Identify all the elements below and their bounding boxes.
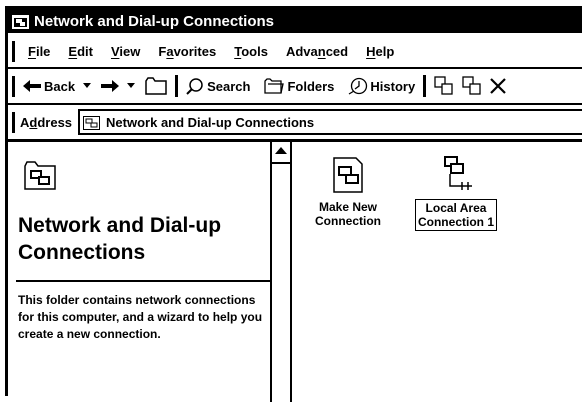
vertical-scrollbar[interactable] xyxy=(272,142,292,402)
address-value: Network and Dial-up Connections xyxy=(106,114,315,130)
folders-button[interactable]: Folders xyxy=(264,78,334,94)
folders-label: Folders xyxy=(287,78,335,94)
make-new-connection-item[interactable]: Make New Connection xyxy=(308,154,388,229)
menu-file[interactable]: File xyxy=(28,44,50,59)
forward-dropdown-icon[interactable] xyxy=(127,83,136,89)
network-folder-icon xyxy=(12,15,29,29)
make-new-connection-label: Make New Connection xyxy=(315,200,381,228)
up-folder-icon[interactable] xyxy=(145,77,167,95)
local-area-connection-icon xyxy=(444,156,472,190)
title-bar: Network and Dial-up Connections xyxy=(8,9,582,33)
menu-help[interactable]: Help xyxy=(366,44,394,59)
left-info-pane: Network and Dial-up Connections This fol… xyxy=(8,142,272,402)
scroll-up-arrow-icon xyxy=(275,147,287,154)
menu-bar: File Edit View Favorites Tools Advanced … xyxy=(8,36,582,69)
search-button[interactable]: Search xyxy=(186,77,250,95)
back-dropdown-icon[interactable] xyxy=(83,83,92,89)
left-pane-description: This folder contains network connections… xyxy=(18,293,263,341)
make-new-connection-icon xyxy=(333,157,363,193)
history-icon xyxy=(349,77,368,95)
history-button[interactable]: History xyxy=(348,77,415,95)
toolbar-separator xyxy=(175,75,179,97)
back-arrow-icon xyxy=(23,80,41,92)
copy-to-icon[interactable] xyxy=(462,76,482,96)
address-grip[interactable] xyxy=(12,111,15,133)
forward-arrow-icon[interactable] xyxy=(101,80,120,92)
history-label: History xyxy=(370,78,416,94)
menu-favorites[interactable]: Favorites xyxy=(158,44,216,59)
scroll-up-button[interactable] xyxy=(272,142,290,164)
back-label: Back xyxy=(44,78,76,94)
connections-list: Make New Connection Local Area Connection … xyxy=(294,142,582,402)
menu-edit[interactable]: Edit xyxy=(68,44,93,59)
left-pane-title: Network and Dial-up Connections xyxy=(18,214,222,264)
move-to-icon[interactable] xyxy=(434,76,454,96)
search-label: Search xyxy=(207,78,251,94)
menu-advanced[interactable]: Advanced xyxy=(286,44,348,59)
menubar-grip[interactable] xyxy=(12,41,15,62)
network-connections-folder-icon xyxy=(24,161,56,190)
network-folder-icon xyxy=(83,116,101,130)
search-icon xyxy=(186,78,203,95)
local-area-connection-item[interactable]: Local Area Connection 1 xyxy=(406,154,506,231)
toolbar: Back Search Folders History xyxy=(8,69,582,105)
explorer-window: Network and Dial-up Connections File Edi… xyxy=(5,6,582,402)
toolbar-grip[interactable] xyxy=(12,75,15,97)
menu-tools[interactable]: Tools xyxy=(234,44,268,59)
left-pane-divider xyxy=(16,280,270,282)
folders-icon xyxy=(264,78,285,94)
address-label: Address xyxy=(20,114,73,130)
back-button[interactable]: Back xyxy=(23,79,75,94)
local-area-connection-label: Local Area Connection 1 xyxy=(414,199,497,231)
menu-view[interactable]: View xyxy=(111,44,140,59)
toolbar-separator-2 xyxy=(423,75,427,97)
address-bar: Address Network and Dial-up Connections xyxy=(8,105,582,142)
address-input[interactable]: Network and Dial-up Connections xyxy=(78,109,582,135)
delete-icon[interactable] xyxy=(490,78,506,94)
window-title: Network and Dial-up Connections xyxy=(34,12,275,30)
